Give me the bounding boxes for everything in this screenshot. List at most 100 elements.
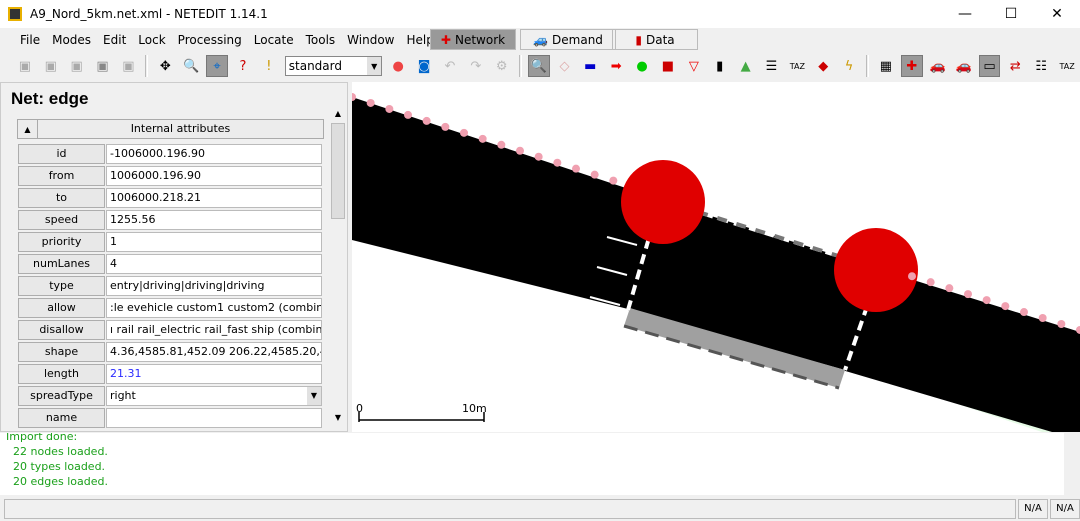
- junction-shape-icon[interactable]: ✚: [900, 55, 923, 77]
- attribute-row-type: type entry|driving|driving|driving: [18, 276, 322, 298]
- undo-icon[interactable]: ↶: [439, 55, 461, 77]
- status-coord-1: N/A: [1018, 499, 1048, 519]
- geometry-point: [1001, 302, 1010, 311]
- attribute-input-to[interactable]: 1006000.218.21: [106, 188, 322, 208]
- log-scrollbar[interactable]: [1064, 433, 1080, 495]
- panel-scrollbar[interactable]: ▲ ▼: [331, 109, 345, 427]
- minimize-button[interactable]: —: [942, 0, 988, 28]
- attribute-input-allow[interactable]: :le evehicle custom1 custom2 (combined!): [106, 298, 322, 318]
- log-line: 22 nodes loaded.: [6, 445, 108, 458]
- status-bar: N/A N/A: [0, 497, 1080, 521]
- menu-window[interactable]: Window: [347, 33, 394, 47]
- menu-lock[interactable]: Lock: [138, 33, 165, 47]
- redo-icon[interactable]: ↷: [465, 55, 487, 77]
- list-icon[interactable]: ☷: [1030, 55, 1052, 77]
- collapse-button[interactable]: ▲: [18, 120, 38, 138]
- attribute-label-to: to: [18, 188, 105, 208]
- attribute-label-id: id: [18, 144, 105, 164]
- attribute-input-numLanes[interactable]: 4: [106, 254, 322, 274]
- additional-icon[interactable]: ▲: [735, 55, 757, 77]
- settings-icon[interactable]: ⚙: [491, 55, 513, 77]
- geometry-point: [964, 290, 972, 299]
- crossing-icon[interactable]: ☰: [761, 55, 783, 77]
- zoom-icon[interactable]: 🔍: [180, 55, 202, 77]
- save-all-icon[interactable]: ▣: [118, 55, 140, 77]
- junction-marker[interactable]: [834, 228, 918, 312]
- mode-data-button[interactable]: ▮ Data: [612, 29, 698, 50]
- geometry-point: [1020, 308, 1028, 317]
- wire-icon[interactable]: ϟ: [838, 55, 860, 77]
- save-as-icon[interactable]: ▣: [92, 55, 114, 77]
- geometry-point: [478, 134, 487, 143]
- prohibition-icon[interactable]: ▽: [683, 55, 705, 77]
- locate-icon[interactable]: ⌖: [206, 55, 229, 77]
- attribute-row-from: from 1006000.196.90: [18, 166, 322, 188]
- attribute-input-from[interactable]: 1006000.196.90: [106, 166, 322, 186]
- tooltip-icon[interactable]: !: [258, 55, 280, 77]
- app-icon: [8, 7, 22, 21]
- polygon-icon[interactable]: ◆: [812, 55, 834, 77]
- help-icon[interactable]: ?: [232, 55, 254, 77]
- network-icon: ✚: [440, 32, 451, 47]
- attribute-input-disallow[interactable]: ı rail rail_electric rail_fast ship (com…: [106, 320, 322, 340]
- scroll-down-icon[interactable]: ▼: [331, 413, 345, 427]
- network-canvas[interactable]: 0 10m: [352, 82, 1080, 432]
- attribute-row-shape: shape 4.36,4585.81,452.09 206.22,4585.20,…: [18, 342, 322, 364]
- connections-show-icon[interactable]: ⇄: [1004, 55, 1026, 77]
- select-lanes-icon[interactable]: ▭: [978, 55, 1001, 77]
- attribute-label-disallow[interactable]: disallow: [18, 320, 105, 340]
- color-wheel-icon[interactable]: ●: [387, 55, 409, 77]
- attribute-input-type[interactable]: entry|driving|driving|driving: [106, 276, 322, 296]
- recenter-icon[interactable]: ✥: [154, 55, 176, 77]
- traffic-light-icon[interactable]: ▮: [709, 55, 731, 77]
- attribute-input-speed[interactable]: 1255.56: [106, 210, 322, 230]
- select-icon[interactable]: ▬: [579, 55, 601, 77]
- new-network-icon[interactable]: ▣: [14, 55, 36, 77]
- taz-edges-icon[interactable]: TAZ: [1056, 55, 1078, 77]
- menu-edit[interactable]: Edit: [103, 33, 126, 47]
- create-edge-icon[interactable]: ●: [631, 55, 653, 77]
- close-button[interactable]: ✕: [1034, 0, 1080, 28]
- menu-modes[interactable]: Modes: [52, 33, 91, 47]
- taz-icon[interactable]: TAZ: [786, 55, 808, 77]
- change-vehicle-icon[interactable]: 🚗: [927, 55, 949, 77]
- attribute-input-priority[interactable]: 1: [106, 232, 322, 252]
- panel-title: Net: edge: [11, 89, 89, 108]
- menu-locate[interactable]: Locate: [254, 33, 294, 47]
- geometry-point: [590, 170, 599, 179]
- geometry-point: [1057, 319, 1066, 328]
- chevron-down-icon[interactable]: ▼: [307, 387, 321, 405]
- attribute-input-shape[interactable]: 4.36,4585.81,452.09 206.22,4585.20,452.1…: [106, 342, 322, 362]
- connection-icon[interactable]: ■: [657, 55, 679, 77]
- menu-tools[interactable]: Tools: [306, 33, 336, 47]
- move-icon[interactable]: ➡: [605, 55, 627, 77]
- grid-icon[interactable]: ▦: [875, 55, 897, 77]
- attribute-input-id[interactable]: -1006000.196.90: [106, 144, 322, 164]
- scroll-thumb[interactable]: [331, 123, 345, 219]
- menu-file[interactable]: File: [20, 33, 40, 47]
- screenshot-icon[interactable]: ◙: [413, 55, 435, 77]
- save-icon[interactable]: ▣: [66, 55, 88, 77]
- attribute-label-speed: speed: [18, 210, 105, 230]
- delete-icon[interactable]: ◇: [554, 55, 576, 77]
- attribute-input-name[interactable]: [106, 408, 322, 428]
- maximize-button[interactable]: ☐: [988, 0, 1034, 28]
- inspect-icon[interactable]: 🔍: [527, 55, 550, 77]
- attribute-input-length[interactable]: 21.31: [106, 364, 322, 384]
- scale-end-label: 10m: [462, 402, 487, 415]
- menu-processing[interactable]: Processing: [178, 33, 242, 47]
- scroll-up-icon[interactable]: ▲: [331, 109, 345, 123]
- attribute-row-to: to 1006000.218.21: [18, 188, 322, 210]
- geometry-point: [945, 284, 954, 293]
- mode-network-button[interactable]: ✚ Network: [430, 29, 516, 50]
- attribute-label-length: length: [18, 364, 105, 384]
- attribute-label-shape: shape: [18, 342, 105, 362]
- mode-demand-button[interactable]: 🚙 Demand: [520, 29, 616, 50]
- log-line: 20 edges loaded.: [6, 475, 108, 488]
- attribute-label-allow[interactable]: allow: [18, 298, 105, 318]
- junction-marker[interactable]: [621, 160, 705, 244]
- scheme-select[interactable]: standard ▼: [284, 56, 383, 76]
- vehicle-icon[interactable]: 🚗: [953, 55, 975, 77]
- attribute-input-spreadType[interactable]: right ▼: [106, 386, 322, 406]
- open-icon[interactable]: ▣: [40, 55, 62, 77]
